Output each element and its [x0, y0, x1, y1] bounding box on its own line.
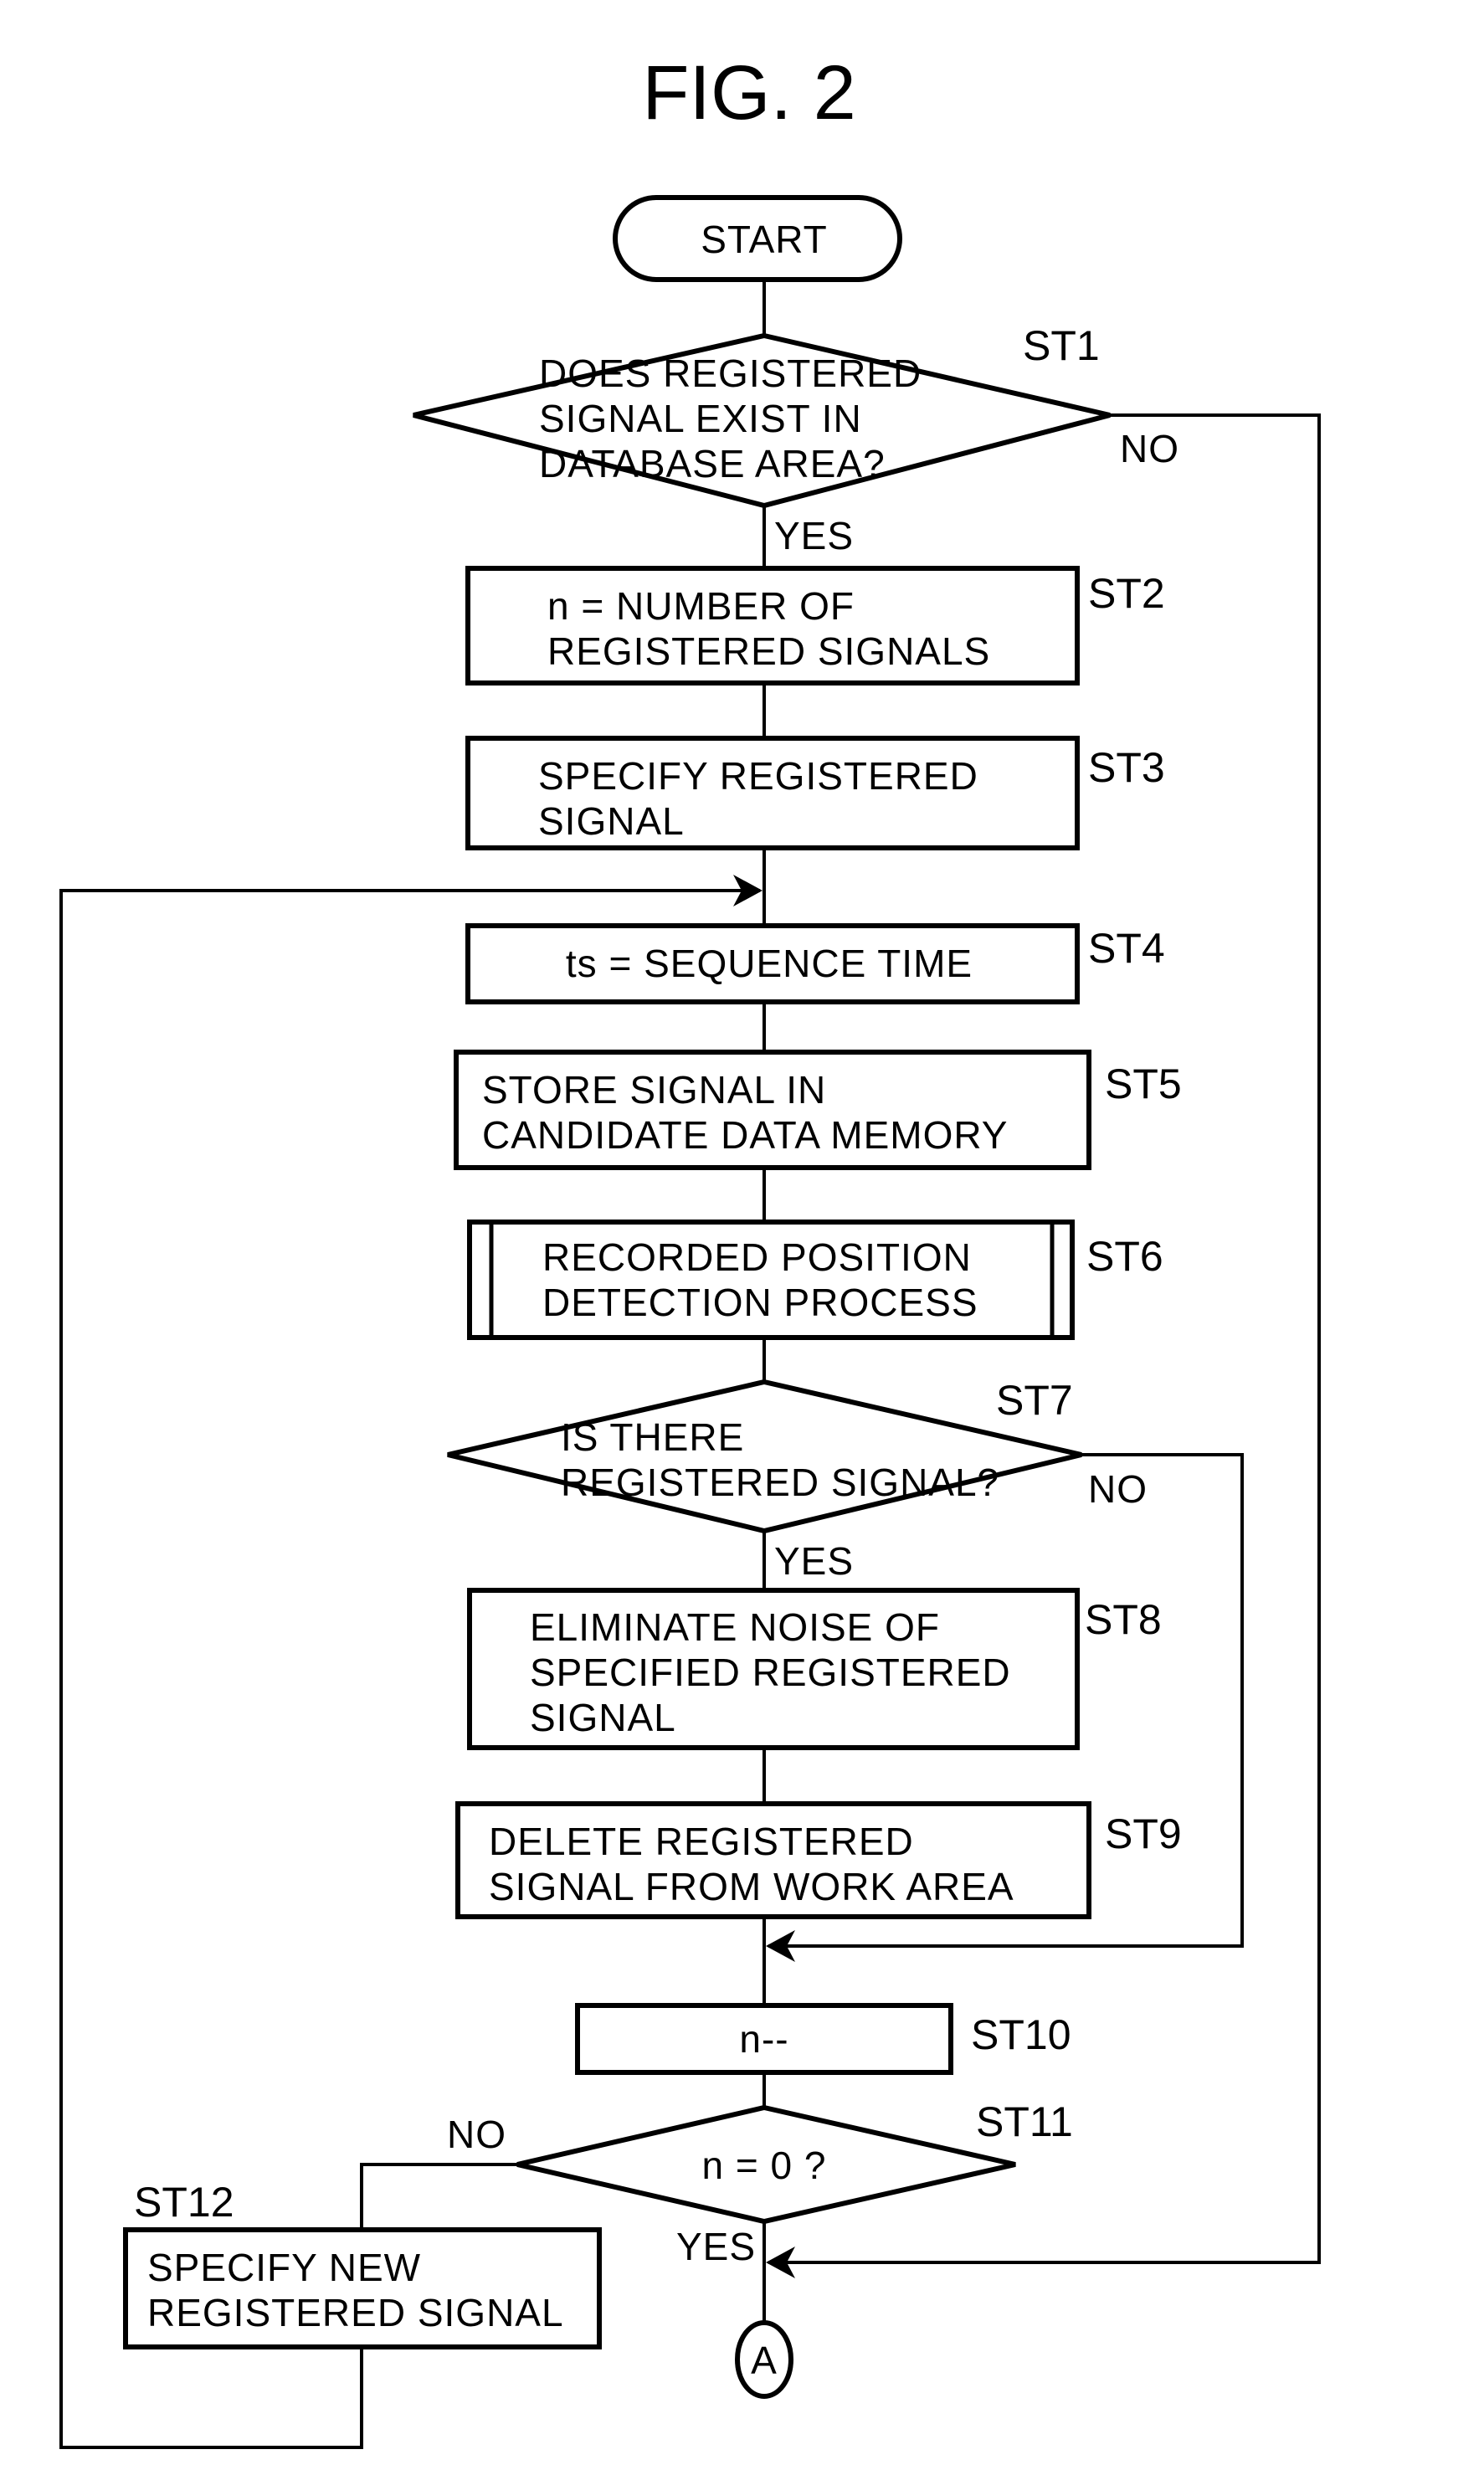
step-st1: DOES REGISTERED SIGNAL EXIST IN DATABASE…: [413, 322, 1179, 557]
step-st10: n-- ST10: [575, 2003, 1071, 2075]
step-st6: RECORDED POSITION DETECTION PROCESS ST6: [467, 1220, 1163, 1340]
st1-text-line-2: SIGNAL EXIST IN: [539, 397, 862, 440]
st9-text-line-2: SIGNAL FROM WORK AREA: [489, 1865, 1014, 1908]
st10-text-line-1: n--: [739, 2017, 788, 2061]
st4-text-line-1: ts = SEQUENCE TIME: [566, 942, 973, 985]
step-st8: ELIMINATE NOISE OF SPECIFIED REGISTERED …: [467, 1588, 1162, 1750]
st7-no-label: NO: [1088, 1467, 1148, 1511]
start-terminal: START: [613, 195, 902, 282]
st10-step-label: ST10: [971, 2011, 1071, 2058]
st7-decision-shape: [447, 1379, 1082, 1534]
st1-text-line-1: DOES REGISTERED: [539, 352, 922, 395]
st5-text-line-2: CANDIDATE DATA MEMORY: [482, 1113, 1008, 1157]
st1-step-label: ST1: [1023, 322, 1100, 369]
flow-line-st11-no: [360, 2163, 517, 2230]
st8-step-label: ST8: [1085, 1596, 1162, 1643]
start-label: START: [701, 218, 828, 261]
st7-yes-label: YES: [774, 1539, 854, 1583]
st9-step-label: ST9: [1105, 1810, 1182, 1857]
figure-title: FIG. 2: [642, 50, 856, 136]
st6-text-line-1: RECORDED POSITION: [542, 1235, 972, 1279]
st2-text-line-1: n = NUMBER OF: [547, 584, 855, 628]
st11-text-line-1: n = 0 ?: [702, 2144, 827, 2187]
st12-step-label: ST12: [134, 2179, 234, 2226]
st11-step-label: ST11: [976, 2098, 1073, 2145]
st11-yes-label: YES: [676, 2225, 756, 2268]
st7-text-line-1: IS THERE: [561, 1415, 744, 1459]
st1-text-line-3: DATABASE AREA?: [539, 442, 886, 485]
flowchart: FIG. 2 START DOES REGISTERED SIGNAL EXIS…: [59, 50, 1321, 2449]
st3-step-label: ST3: [1088, 744, 1165, 791]
st6-step-label: ST6: [1086, 1233, 1163, 1280]
st4-step-label: ST4: [1088, 925, 1165, 972]
step-st9: DELETE REGISTERED SIGNAL FROM WORK AREA …: [455, 1801, 1182, 1919]
st5-step-label: ST5: [1105, 1060, 1182, 1107]
st8-text-line-3: SIGNAL: [530, 1696, 676, 1739]
st1-yes-label: YES: [774, 514, 854, 557]
st5-text-line-1: STORE SIGNAL IN: [482, 1068, 826, 1112]
st6-text-line-2: DETECTION PROCESS: [542, 1281, 978, 1324]
st3-text-line-1: SPECIFY REGISTERED: [538, 754, 978, 798]
st1-no-label: NO: [1120, 427, 1179, 470]
st8-text-line-2: SPECIFIED REGISTERED: [530, 1651, 1011, 1694]
st7-text-line-2: REGISTERED SIGNAL?: [561, 1461, 999, 1504]
step-st5: STORE SIGNAL IN CANDIDATE DATA MEMORY ST…: [454, 1050, 1182, 1170]
step-st3: SPECIFY REGISTERED SIGNAL ST3: [465, 736, 1165, 850]
st9-text-line-1: DELETE REGISTERED: [489, 1820, 914, 1863]
st2-text-line-2: REGISTERED SIGNALS: [547, 629, 990, 673]
st11-no-label: NO: [447, 2113, 506, 2156]
connector-a-label: A: [751, 2339, 778, 2382]
st3-text-line-2: SIGNAL: [538, 799, 685, 843]
step-st7: IS THERE REGISTERED SIGNAL? ST7 NO YES: [447, 1377, 1148, 1583]
st7-step-label: ST7: [996, 1377, 1073, 1424]
off-page-connector-a: A: [735, 2320, 793, 2399]
st2-step-label: ST2: [1088, 570, 1165, 617]
st12-text-line-2: REGISTERED SIGNAL: [147, 2291, 564, 2334]
step-st4: ts = SEQUENCE TIME ST4: [465, 923, 1165, 1004]
st12-text-line-1: SPECIFY NEW: [147, 2246, 421, 2289]
st8-text-line-1: ELIMINATE NOISE OF: [530, 1605, 940, 1649]
step-st2: n = NUMBER OF REGISTERED SIGNALS ST2: [465, 566, 1165, 686]
